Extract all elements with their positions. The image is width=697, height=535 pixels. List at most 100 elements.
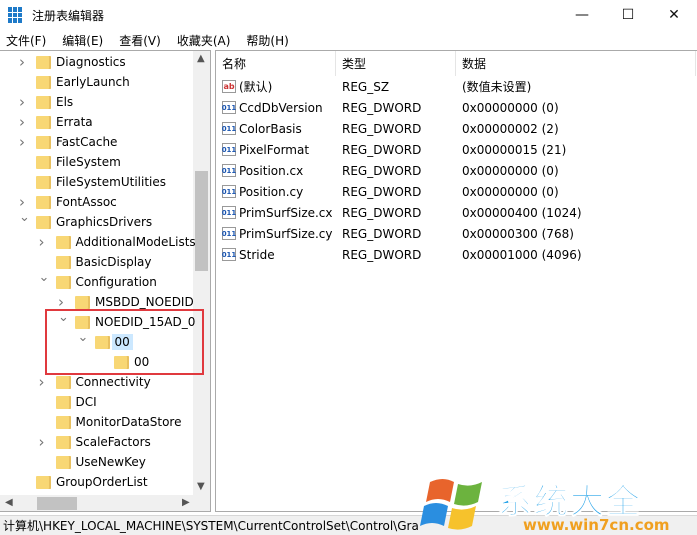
chevron-right-icon[interactable]: › (39, 433, 45, 451)
value-data: 0x00000000 (0) (462, 184, 559, 199)
value-name-cell: 011 Stride (222, 244, 275, 265)
value-row[interactable]: 011 CcdDbVersion REG_DWORD 0x00000000 (0) (216, 97, 696, 118)
value-name: CcdDbVersion (239, 100, 323, 115)
tree-node[interactable]: › Connectivity (39, 372, 151, 392)
regedit-icon (8, 7, 24, 23)
tree-node[interactable]: FileSystem (36, 152, 121, 172)
value-type: REG_DWORD (342, 142, 422, 157)
tree-node[interactable]: DCI (55, 392, 97, 412)
chevron-right-icon[interactable]: › (19, 113, 25, 131)
binary-value-icon: 011 (222, 185, 236, 198)
tree-node[interactable]: ⌄ Configuration (39, 270, 157, 292)
tree-node-label: DCI (75, 395, 97, 409)
value-data: 0x00001000 (4096) (462, 247, 582, 262)
tree-node-label: MonitorDataStore (75, 415, 182, 429)
menu-view[interactable]: 查看(V) (119, 32, 161, 49)
value-type: REG_SZ (342, 79, 390, 94)
menu-file[interactable]: 文件(F) (6, 32, 46, 49)
tree-horizontal-scrollbar[interactable]: ◀ ▶ (0, 495, 210, 511)
scroll-left-icon[interactable]: ◀ (5, 497, 13, 508)
value-row[interactable]: 011 Position.cy REG_DWORD 0x00000000 (0) (216, 181, 696, 202)
chevron-right-icon[interactable]: › (19, 133, 25, 151)
scroll-up-icon[interactable]: ▲ (197, 53, 205, 64)
tree-node[interactable]: › ScaleFactors (39, 432, 151, 452)
tree-node-label: FileSystem (56, 155, 121, 169)
folder-icon (36, 175, 51, 189)
menu-help[interactable]: 帮助(H) (246, 32, 288, 49)
chevron-right-icon[interactable]: › (19, 193, 25, 211)
folder-icon (36, 195, 51, 209)
value-name-cell: 011 PrimSurfSize.cx (222, 202, 333, 223)
value-name-cell: 011 CcdDbVersion (222, 97, 323, 118)
value-type: REG_DWORD (342, 163, 422, 178)
registry-tree[interactable]: ▲ ▼ ◀ ▶ › Diagnostics EarlyLaunch › Els › Erra… (0, 50, 211, 512)
binary-value-icon: 011 (222, 101, 236, 114)
tree-node[interactable]: ⌄ GraphicsDrivers (19, 210, 152, 232)
folder-icon (55, 415, 71, 429)
value-data: 0x00000000 (0) (462, 163, 559, 178)
values-list[interactable]: 名称 类型 数据 ab (默认) REG_SZ (数值未设置) 011 CcdDbVe… (215, 50, 697, 512)
scroll-down-icon[interactable]: ▼ (197, 481, 205, 492)
tree-node-label: FontAssoc (56, 195, 117, 209)
menu-bar: 文件(F) 编辑(E) 查看(V) 收藏夹(A) 帮助(H) (0, 30, 305, 50)
column-header-data[interactable]: 数据 (456, 51, 696, 76)
chevron-right-icon[interactable]: › (19, 93, 25, 111)
scroll-right-icon[interactable]: ▶ (182, 497, 190, 508)
tree-node-label: MSBDD_NOEDID (95, 295, 194, 309)
tree-node[interactable]: EarlyLaunch (36, 72, 130, 92)
folder-icon (75, 295, 90, 309)
value-name-cell: 011 PrimSurfSize.cy (222, 223, 333, 244)
value-row[interactable]: 011 PrimSurfSize.cy REG_DWORD 0x00000300 … (216, 223, 696, 244)
tree-node[interactable]: GroupOrderList (36, 472, 148, 492)
menu-edit[interactable]: 编辑(E) (62, 32, 103, 49)
folder-icon (55, 235, 71, 249)
binary-value-icon: 011 (222, 206, 236, 219)
scroll-thumb[interactable] (195, 171, 208, 271)
tree-node[interactable]: › AdditionalModeLists (39, 232, 196, 252)
watermark-url: www.win7cn.com (523, 516, 670, 534)
minimize-button[interactable]: — (559, 0, 605, 30)
scroll-thumb[interactable] (37, 497, 77, 510)
tree-node-label: EarlyLaunch (56, 75, 130, 89)
value-row[interactable]: 011 ColorBasis REG_DWORD 0x00000002 (2) (216, 118, 696, 139)
value-type: REG_DWORD (342, 205, 422, 220)
menu-favorites[interactable]: 收藏夹(A) (177, 32, 231, 49)
tree-node[interactable]: › Diagnostics (19, 52, 126, 72)
value-name-cell: 011 Position.cy (222, 181, 304, 202)
value-row[interactable]: 011 PixelFormat REG_DWORD 0x00000015 (21) (216, 139, 696, 160)
value-row[interactable]: 011 Stride REG_DWORD 0x00001000 (4096) (216, 244, 696, 265)
column-header-name[interactable]: 名称 (216, 51, 336, 76)
value-data: (数值未设置) (462, 80, 532, 94)
watermark-logo: 系统大全 www.win7cn.com (418, 472, 697, 535)
tree-node[interactable]: › FontAssoc (19, 192, 117, 212)
column-header-type[interactable]: 类型 (336, 51, 456, 76)
value-name: PixelFormat (239, 142, 310, 157)
value-name-cell: 011 PixelFormat (222, 139, 309, 160)
close-button[interactable]: ✕ (651, 0, 697, 30)
tree-node[interactable]: › Errata (19, 112, 93, 132)
tree-vertical-scrollbar[interactable]: ▲ ▼ (193, 51, 210, 495)
value-type: REG_DWORD (342, 226, 422, 241)
value-row[interactable]: 011 PrimSurfSize.cx REG_DWORD 0x00000400 … (216, 202, 696, 223)
chevron-right-icon[interactable]: › (19, 53, 25, 71)
chevron-down-icon[interactable]: ⌄ (39, 270, 50, 285)
value-data: 0x00000002 (2) (462, 121, 559, 136)
tree-node[interactable]: › FastCache (19, 132, 117, 152)
value-row[interactable]: 011 Position.cx REG_DWORD 0x00000000 (0) (216, 160, 696, 181)
tree-node-label: Errata (56, 115, 93, 129)
value-row[interactable]: ab (默认) REG_SZ (数值未设置) (216, 76, 696, 97)
tree-node[interactable]: UseNewKey (55, 452, 146, 472)
tree-node-label: Els (56, 95, 74, 109)
tree-node-label: GroupOrderList (56, 475, 148, 489)
tree-node[interactable]: › Els (19, 92, 74, 112)
folder-icon (55, 435, 71, 449)
chevron-right-icon[interactable]: › (39, 373, 45, 391)
maximize-button[interactable]: ☐ (605, 0, 651, 30)
binary-value-icon: 011 (222, 143, 236, 156)
chevron-down-icon[interactable]: ⌄ (19, 210, 30, 225)
tree-node[interactable]: BasicDisplay (55, 252, 152, 272)
value-name: (默认) (239, 80, 273, 94)
tree-node[interactable]: FileSystemUtilities (36, 172, 166, 192)
tree-node[interactable]: MonitorDataStore (55, 412, 182, 432)
chevron-right-icon[interactable]: › (39, 233, 45, 251)
